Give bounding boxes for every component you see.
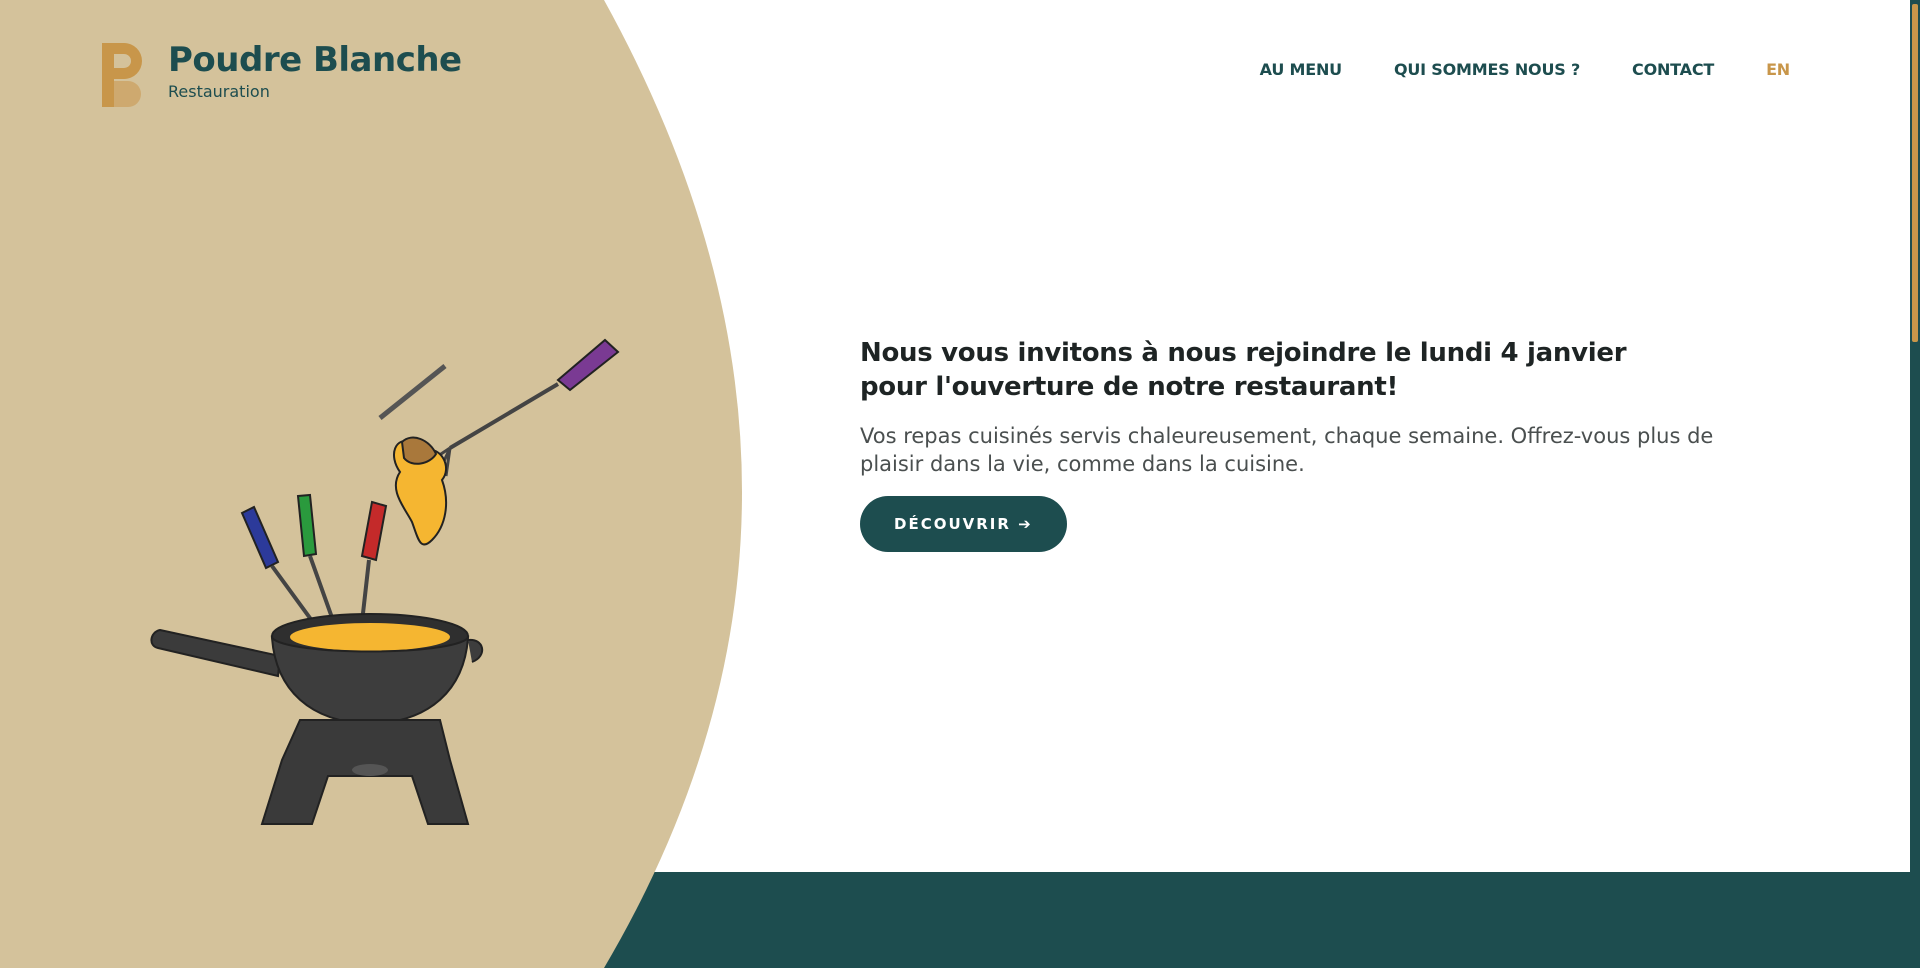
pb-monogram-icon — [102, 43, 142, 107]
language-switch[interactable]: EN — [1766, 60, 1790, 79]
main-nav: AU MENU QUI SOMMES NOUS ? CONTACT EN — [1260, 60, 1791, 79]
discover-button[interactable]: DÉCOUVRIR ➔ — [860, 496, 1067, 552]
nav-item-menu[interactable]: AU MENU — [1260, 60, 1342, 79]
hero-description: Vos repas cuisinés servis chaleureusemen… — [860, 424, 1714, 476]
brand-logo[interactable]: Poudre Blanche Restauration — [98, 40, 462, 107]
nav-item-contact[interactable]: CONTACT — [1632, 60, 1714, 79]
brand-tagline: Restauration — [168, 82, 270, 101]
hero-title: Nous vous invitons à nous rejoindre le l… — [860, 338, 1627, 402]
hero-section: Nous vous invitons à nous rejoindre le l… — [860, 336, 1740, 552]
brand-name: Poudre Blanche — [168, 40, 462, 80]
nav-item-about[interactable]: QUI SOMMES NOUS ? — [1394, 60, 1580, 79]
scrollbar-thumb[interactable] — [1912, 4, 1918, 342]
scrollbar[interactable] — [1910, 0, 1920, 968]
cheese-fondue-pot-icon — [150, 338, 620, 825]
